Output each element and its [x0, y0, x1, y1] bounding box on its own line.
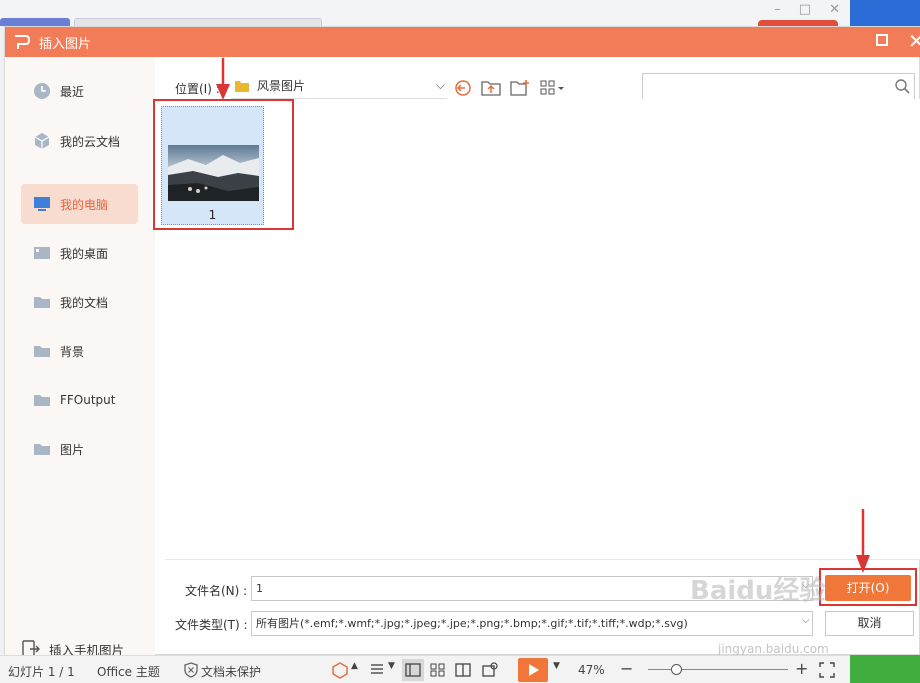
filetype-select[interactable]: 所有图片(*.emf;*.wmf;*.jpg;*.jpeg;*.jpe;*.pn…	[251, 611, 813, 636]
chevron-down-icon[interactable]: ⌵	[802, 580, 810, 591]
sidebar-item-background[interactable]: 背景	[21, 331, 138, 371]
sidebar-item-label: 最近	[60, 84, 85, 99]
location-dropdown[interactable]: 风景图片 ⌵	[231, 73, 447, 99]
chevron-down-icon[interactable]: ⌵	[802, 615, 810, 626]
sidebar-item-cloud-docs[interactable]: 我的云文档	[21, 121, 138, 161]
wps-logo-icon	[15, 35, 31, 49]
sidebar-item-label: 我的电脑	[60, 197, 109, 212]
sidebar-item-label: 我的桌面	[60, 246, 109, 261]
dialog-titlebar: 插入图片	[5, 27, 920, 57]
location-value: 风景图片	[257, 79, 306, 93]
clock-icon	[34, 83, 50, 99]
sidebar-item-recent[interactable]: 最近	[21, 71, 138, 111]
zoom-in-icon[interactable]: +	[795, 659, 808, 678]
sidebar-item-label: 我的文档	[60, 295, 109, 310]
chevron-down-icon: ⌵	[435, 78, 445, 92]
folder-icon	[34, 346, 50, 357]
presenter-icon[interactable]	[481, 661, 499, 679]
folder-icon	[34, 395, 50, 406]
sidebar-item-ffoutput[interactable]: FFOutput	[21, 380, 138, 420]
sidebar-item-label: 背景	[60, 344, 85, 359]
close-button[interactable]: ✕	[908, 29, 920, 53]
filename-label: 文件名(N) :	[185, 584, 248, 598]
zoom-out-icon[interactable]: −	[620, 659, 633, 678]
background-app-tab	[74, 18, 322, 26]
insert-picture-dialog: 插入图片 ✕ 最近 我的云文档 我的电脑 我的桌面 我的文档 背景 FFOutp…	[4, 26, 920, 658]
maximize-button[interactable]	[876, 34, 888, 46]
sidebar-item-documents[interactable]: 我的文档	[21, 282, 138, 322]
background-window-controls: – □ ✕	[774, 2, 840, 17]
search-icon	[895, 79, 910, 94]
notes-icon[interactable]	[369, 661, 387, 679]
file-name: 1	[208, 208, 217, 222]
status-bar: 幻灯片 1 / 1 Office 主题 文档未保护 ▲ ▼ ▼ 47% − +	[0, 655, 850, 683]
sidebar-item-desktop[interactable]: 我的桌面	[21, 233, 138, 273]
minimize-icon: –	[774, 2, 781, 17]
folder-icon	[235, 80, 249, 92]
fit-window-icon[interactable]	[818, 661, 836, 679]
reading-view-icon[interactable]	[454, 661, 472, 679]
folder-icon	[34, 297, 50, 308]
sidebar-item-pictures[interactable]: 图片	[21, 429, 138, 469]
theme-name[interactable]: Office 主题	[97, 663, 160, 680]
caret-up-icon[interactable]: ▲	[351, 661, 358, 671]
arrow-down-annotation-icon	[216, 58, 230, 100]
zoom-level[interactable]: 47%	[578, 663, 605, 677]
zoom-slider-handle[interactable]	[670, 664, 682, 675]
sidebar-item-label: FFOutput	[60, 393, 116, 407]
folder-up-icon[interactable]	[481, 79, 501, 97]
new-folder-icon[interactable]	[510, 79, 530, 97]
search-input[interactable]	[642, 73, 915, 100]
view-mode-icon[interactable]	[540, 79, 566, 97]
close-icon: ✕	[829, 2, 840, 17]
back-icon[interactable]	[453, 79, 473, 97]
desktop-icon	[34, 247, 50, 259]
background-app-tab	[0, 18, 70, 26]
open-button[interactable]: 打开(O)	[825, 575, 911, 601]
slide-counter: 幻灯片 1 / 1	[8, 665, 75, 679]
chevron-down-icon[interactable]: ▼	[553, 661, 560, 671]
filetype-label: 文件类型(T) :	[175, 618, 248, 632]
protection-status[interactable]: 文档未保护	[201, 663, 261, 680]
chevron-down-icon[interactable]: ▼	[388, 661, 395, 671]
arrow-down-annotation-icon	[856, 509, 870, 573]
grid-view-icon[interactable]	[429, 661, 447, 679]
play-slideshow-icon[interactable]	[518, 658, 548, 682]
sidebar-item-my-computer[interactable]: 我的电脑	[21, 184, 138, 224]
dialog-title: 插入图片	[39, 36, 92, 52]
zoom-slider-track[interactable]	[648, 669, 788, 670]
file-tile[interactable]: 1	[161, 106, 264, 225]
folder-icon	[34, 444, 50, 455]
cancel-button[interactable]: 取消	[825, 611, 914, 636]
box-icon[interactable]	[331, 661, 349, 679]
monitor-icon	[34, 197, 50, 211]
shield-icon	[184, 662, 198, 678]
maximize-icon: □	[798, 2, 812, 17]
file-list-area	[155, 99, 920, 559]
normal-view-icon[interactable]	[402, 659, 424, 681]
cube-icon	[34, 133, 50, 149]
divider	[165, 559, 920, 560]
sidebar: 最近 我的云文档 我的电脑 我的桌面 我的文档 背景 FFOutput 图片 插…	[5, 57, 155, 658]
filename-input[interactable]: 1	[251, 576, 813, 601]
sidebar-item-label: 我的云文档	[60, 134, 121, 149]
sidebar-item-label: 图片	[60, 442, 85, 457]
file-thumbnail	[168, 145, 259, 201]
